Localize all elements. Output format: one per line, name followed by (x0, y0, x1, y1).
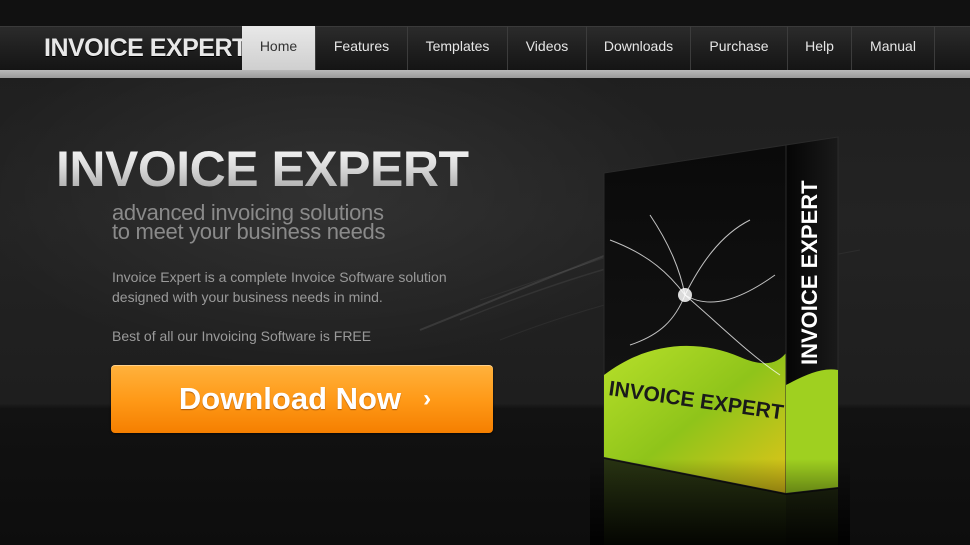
nav-item-features[interactable]: Features (316, 26, 408, 70)
hero-description: Invoice Expert is a complete Invoice Sof… (112, 267, 447, 307)
box-side-label: INVOICE EXPERT (797, 180, 822, 365)
hero-title: INVOICE EXPERT (56, 141, 469, 197)
nav-item-downloads[interactable]: Downloads (587, 26, 691, 70)
description-line-2: designed with your business needs in min… (112, 289, 383, 305)
nav-item-manual[interactable]: Manual (852, 26, 935, 70)
nav-underline-bar (0, 70, 970, 78)
hero-tagline: advanced invoicing solutions to meet you… (112, 202, 386, 244)
nav-item-purchase[interactable]: Purchase (691, 26, 788, 70)
download-now-button[interactable]: Download Now › (111, 365, 493, 433)
free-notice: Best of all our Invoicing Software is FR… (112, 328, 372, 344)
download-button-label: Download Now (178, 381, 402, 416)
tagline-line-2: to meet your business needs (112, 219, 386, 244)
description-line-1: Invoice Expert is a complete Invoice Sof… (112, 269, 447, 285)
main-nav: Home Features Templates Videos Downloads… (242, 26, 935, 70)
nav-item-templates[interactable]: Templates (408, 26, 508, 70)
top-strip (0, 0, 970, 26)
site-logo[interactable]: INVOICE EXPERT (44, 34, 247, 62)
chevron-right-icon: › (423, 385, 432, 412)
nav-item-help[interactable]: Help (788, 26, 852, 70)
product-box-image: INVOICE EXPERT INVOICE EXPERT (590, 136, 850, 545)
nav-item-videos[interactable]: Videos (508, 26, 587, 70)
nav-item-home[interactable]: Home (242, 26, 316, 70)
